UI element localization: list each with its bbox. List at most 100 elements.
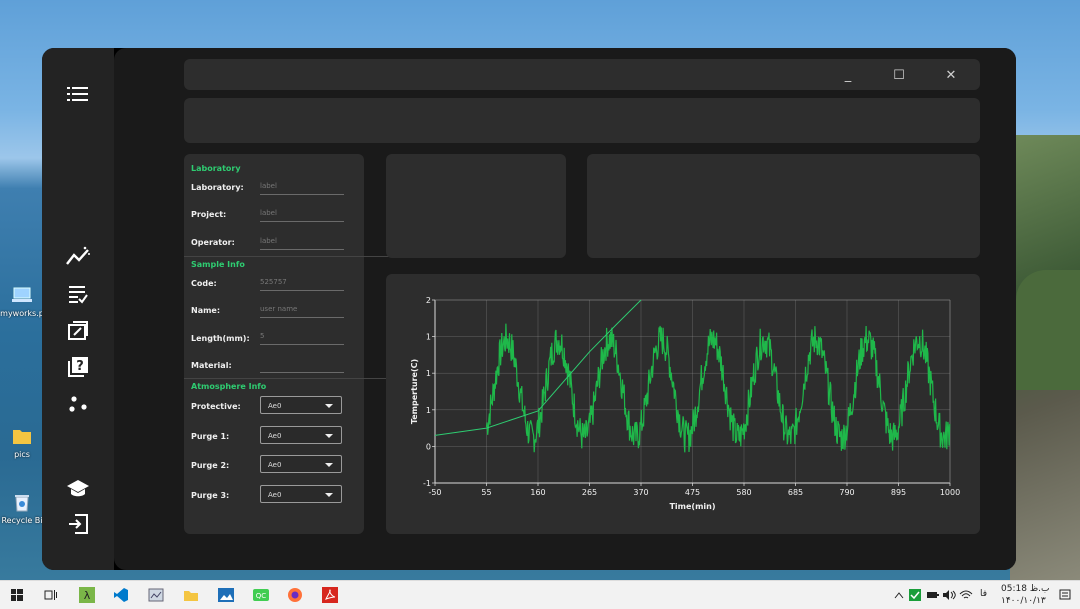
material-label: Material: [191, 361, 232, 370]
firefox-icon[interactable] [286, 586, 304, 604]
graduation-icon[interactable] [66, 476, 90, 500]
y-tick-label: 1 [426, 333, 431, 342]
file-explorer-icon[interactable] [182, 586, 200, 604]
length-label: Length(mm): [191, 334, 250, 343]
maximize-button[interactable]: ☐ [889, 65, 909, 85]
desktop-icon-label: pics [14, 450, 30, 459]
recycle-bin-icon [15, 495, 29, 512]
report-icon[interactable] [66, 282, 90, 306]
name-field[interactable]: user name [260, 303, 344, 318]
desktop-icon-myworks[interactable]: myworks.p [0, 283, 44, 318]
chevron-down-icon [325, 493, 333, 497]
y-tick-label: 1 [426, 406, 431, 415]
input-language[interactable]: ﻓﺎ [980, 589, 987, 599]
acrobat-icon[interactable] [321, 586, 339, 604]
y-axis-label: Temperture(C) [410, 359, 419, 424]
wifi-icon[interactable] [957, 586, 975, 604]
laboratory-field[interactable]: label [260, 180, 344, 195]
purge2-select[interactable]: Ae0 [260, 455, 342, 473]
laboratory-label: Laboratory: [191, 183, 244, 192]
header-banner [184, 98, 980, 143]
export-icon[interactable] [66, 319, 90, 343]
windows-start-icon[interactable] [8, 586, 26, 604]
section-divider [184, 256, 389, 257]
notifications-icon[interactable] [1056, 586, 1074, 604]
x-tick-label: 1000 [940, 488, 960, 497]
summary-panel-left [386, 154, 566, 258]
operator-field[interactable]: label [260, 235, 344, 250]
x-tick-label: 55 [481, 488, 491, 497]
purge3-select[interactable]: Ae0 [260, 485, 342, 503]
chevron-down-icon [325, 463, 333, 467]
protective-value: Ae0 [268, 402, 282, 410]
x-tick-label: 685 [788, 488, 803, 497]
minimize-button[interactable]: _ [838, 65, 858, 85]
qt-app-icon[interactable]: QC [252, 586, 270, 604]
x-tick-label: 370 [633, 488, 648, 497]
purge3-label: Purge 3: [191, 491, 230, 500]
laptop-icon [12, 287, 32, 302]
logout-icon[interactable] [66, 512, 90, 536]
x-tick-label: 475 [685, 488, 700, 497]
editor-app-icon[interactable] [147, 586, 165, 604]
help-icon[interactable]: ? [66, 355, 90, 379]
x-tick-label: 790 [839, 488, 854, 497]
info-form-panel: Laboratory Laboratory: label Project: la… [184, 154, 389, 534]
desktop-icon-pics[interactable]: pics [0, 424, 44, 459]
purge1-value: Ae0 [268, 432, 282, 440]
x-axis-label: Time(min) [669, 502, 715, 511]
chevron-down-icon [325, 434, 333, 438]
y-tick-label: 2 [426, 296, 431, 305]
length-field[interactable]: 5 [260, 330, 344, 345]
y-tick-label: -1 [423, 479, 431, 488]
close-button[interactable]: ✕ [941, 65, 961, 85]
wallpaper-grass [1016, 270, 1080, 390]
dots-icon[interactable] [66, 392, 90, 416]
chart-icon[interactable] [66, 244, 90, 268]
section-laboratory: Laboratory [191, 164, 241, 173]
code-field[interactable]: 525757 [260, 276, 344, 291]
purge2-label: Purge 2: [191, 461, 230, 470]
x-tick-label: 895 [891, 488, 906, 497]
x-tick-label: 160 [530, 488, 545, 497]
task-view-icon[interactable] [42, 586, 60, 604]
main-area: _ ☐ ✕ Laboratory Laboratory: label Proje… [114, 48, 1016, 570]
desktop-icon-recycle-bin[interactable]: Recycle Bi [0, 490, 44, 525]
operator-label: Operator: [191, 238, 235, 247]
y-tick-label: 0 [426, 442, 431, 451]
purge2-value: Ae0 [268, 461, 282, 469]
temperature-chart: -50 55 160 265 370 475 580 685 790 895 1000 -1 0 1 1 1 2… [410, 296, 960, 511]
protective-label: Protective: [191, 402, 241, 411]
photos-icon[interactable] [217, 586, 235, 604]
clock-date[interactable]: ۱۴۰۰/۱۰/۱۳ [1001, 596, 1046, 606]
app-window: ? _ ☐ ✕ Laboratory Laboratory: label Pro… [42, 48, 1016, 570]
protective-select[interactable]: Ae0 [260, 396, 342, 414]
section-divider [184, 378, 389, 379]
chart-panel: -50 55 160 265 370 475 580 685 790 895 1000 -1 0 1 1 1 2… [386, 274, 980, 534]
project-field[interactable]: label [260, 207, 344, 222]
title-bar: _ ☐ ✕ [184, 59, 980, 90]
taskbar: λ QC ﻓﺎ 05:18 ب.ظ ۱۴۰۰/۱۰/۱۳ [0, 580, 1080, 609]
y-tick-label: 1 [426, 369, 431, 378]
desktop-icon-label: Recycle Bi [1, 516, 43, 525]
folder-icon [13, 430, 31, 444]
purge3-value: Ae0 [268, 491, 282, 499]
purge1-label: Purge 1: [191, 432, 230, 441]
material-field[interactable] [260, 358, 344, 373]
volume-icon[interactable] [940, 586, 958, 604]
project-label: Project: [191, 210, 227, 219]
name-label: Name: [191, 306, 221, 315]
desktop-icon-label: myworks.p [0, 309, 44, 318]
lambda-app-icon[interactable]: λ [78, 586, 96, 604]
clock-time[interactable]: 05:18 ب.ظ [1001, 584, 1049, 594]
svg-text:QC: QC [256, 592, 267, 600]
security-check-icon[interactable] [906, 586, 924, 604]
side-rail: ? [42, 48, 114, 570]
svg-text:λ: λ [84, 589, 91, 602]
vscode-icon[interactable] [112, 586, 130, 604]
menu-icon[interactable] [66, 82, 90, 106]
chevron-down-icon [325, 404, 333, 408]
svg-text:?: ? [76, 359, 84, 374]
purge1-select[interactable]: Ae0 [260, 426, 342, 444]
summary-panel-right [587, 154, 980, 258]
